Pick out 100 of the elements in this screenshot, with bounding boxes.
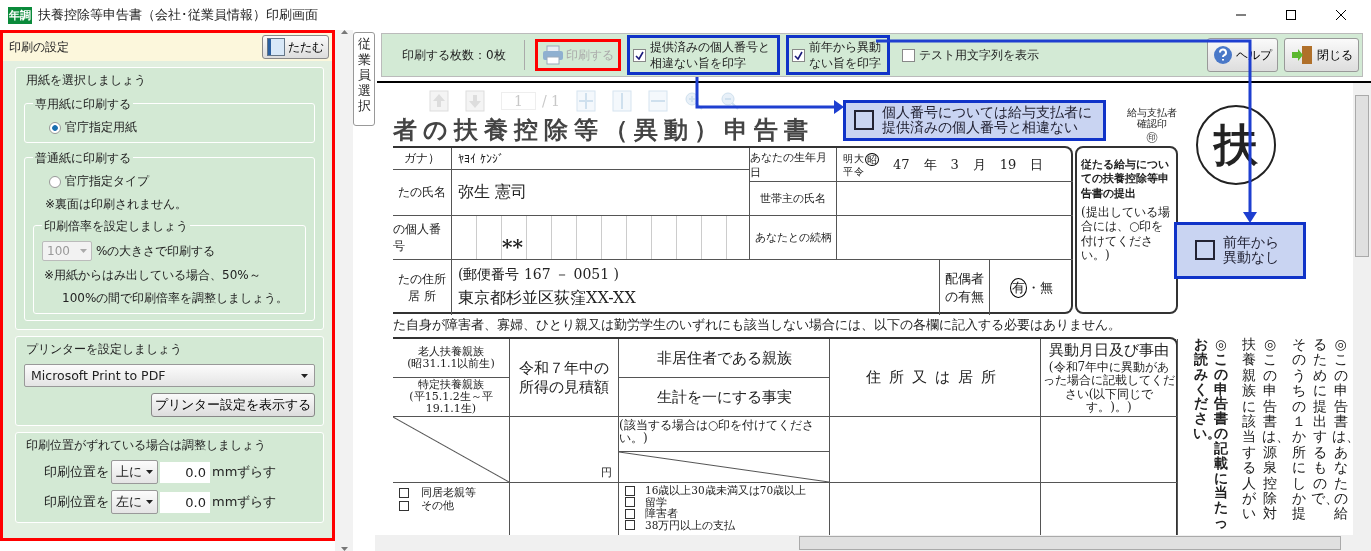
checkbox-icon	[625, 520, 635, 531]
direction-dropdown[interactable]: 左に	[111, 490, 158, 514]
field-value: ﾔﾖｲ ｹﾝｼﾞ	[457, 150, 505, 168]
checkbox-label: 障害者	[625, 508, 823, 520]
note-text: ※用紙からはみ出している場合、50%～	[43, 267, 262, 284]
date-value: 19	[999, 157, 1017, 172]
column-header: 異動月日及び事由	[1049, 340, 1169, 360]
maximize-icon[interactable]	[1285, 9, 1297, 21]
direction-dropdown[interactable]: 上に	[111, 460, 158, 484]
field-label: たの氏名	[393, 170, 452, 215]
date-unit: 年	[923, 155, 937, 174]
side-box-note: (提出している場合には、○印を付けてください。)	[1081, 204, 1171, 263]
field-label: 配偶者の有無	[940, 260, 990, 315]
radio-option[interactable]: 官庁指定用紙	[33, 119, 306, 136]
vertical-note: るために提出するもので、	[1311, 337, 1329, 507]
offset-label: 印刷位置を	[44, 493, 109, 511]
checkbox-icon	[399, 488, 409, 499]
separator-text: ・	[1027, 278, 1040, 297]
note-text: ※裏面は印刷されません。	[44, 196, 189, 213]
unit-label: mmずらす	[212, 463, 277, 481]
checkbox-icon	[625, 508, 635, 519]
group-title: 普通紙に印刷する	[33, 150, 133, 167]
vertical-note: ◎この申告書の記載に当たっ	[1212, 337, 1229, 533]
app-icon: 年調	[8, 6, 32, 24]
column-header: 令和７年中の所得の見積額	[518, 358, 610, 397]
vertical-note: そのうちの１か所にしか提	[1291, 337, 1307, 524]
checkbox-label: 同居老親等	[399, 487, 503, 500]
scrollbar-thumb[interactable]	[1355, 95, 1369, 257]
date-unit: 月	[972, 155, 986, 174]
checkbox-icon	[625, 497, 635, 508]
column-header: 特定扶養親族	[418, 378, 484, 391]
era-option: 平	[843, 165, 853, 177]
address-value: 東京都杉並区荻窪XX-XX	[458, 288, 637, 309]
side-box-title: 従たる給与についての扶養控除等申告書の提出	[1081, 158, 1170, 201]
print-option-checkbox[interactable]: 前年から異動ない旨を印字	[785, 34, 891, 76]
checkmark-icon	[635, 50, 644, 60]
callout-text: 前年から異動なし	[1223, 235, 1280, 266]
field-label: の個人番号	[393, 216, 452, 259]
group-title: 印刷倍率を設定しましょう	[42, 218, 190, 235]
field-label: あなたとの続柄	[750, 216, 837, 259]
caret-icon	[146, 500, 153, 504]
spouse-option: 無	[1040, 278, 1053, 297]
radio-option[interactable]: 官庁指定タイプ	[33, 173, 306, 190]
scroll-up-icon[interactable]	[340, 30, 348, 34]
offset-label: 印刷位置を	[44, 463, 109, 481]
caret-icon	[80, 249, 87, 253]
field-label: 居 所	[408, 287, 436, 305]
exit-door-icon	[1290, 45, 1314, 65]
field-value: 弥生 憲司	[457, 181, 529, 203]
vertical-note: ◎この申告書は、あなたの給	[1332, 337, 1349, 524]
field-label: ガナ）	[393, 148, 452, 169]
printer-icon	[542, 45, 564, 65]
employee-select-tab[interactable]: 従業員選択	[353, 32, 375, 126]
printer-dropdown[interactable]: Microsoft Print to PDF	[24, 364, 315, 387]
date-value: 47	[893, 157, 910, 172]
field-label: たの住所	[398, 270, 446, 288]
era-option: 大	[854, 152, 864, 166]
column-note: (昭31.1.1以前生)	[407, 358, 495, 371]
cell-note: (該当する場合は○印を付けてください。)	[619, 419, 816, 446]
scale-suffix: %の大きさで印刷する	[96, 242, 216, 260]
date-unit: 日	[1030, 155, 1044, 174]
print-option-checkbox[interactable]: 提供済みの個人番号と相違ない旨を印字	[627, 34, 780, 76]
close-button[interactable]: 閉じる	[1284, 38, 1359, 72]
checkbox-label: 38万円以上の支払	[625, 519, 823, 532]
field-label: あなたの生年月日	[750, 148, 837, 181]
unit-label: mmずらす	[212, 493, 277, 511]
checkbox-label: 16歳以上30歳未満又は70歳以上	[625, 485, 823, 497]
print-option-checkbox[interactable]: テスト用文字列を表示	[896, 42, 1046, 68]
field-label: 世帯主の氏名	[750, 182, 837, 215]
group-title: 専用紙に印刷する	[33, 96, 133, 113]
column-note: (令和7年中に異動があった場合に記載してください(以下同じです。)。)	[1043, 360, 1175, 415]
caret-icon	[146, 470, 153, 474]
note-text: 100%の間で印刷倍率を調整しましょう。	[61, 290, 290, 307]
era-option: 令	[854, 165, 864, 177]
vertical-note: ◎この申告書は、源泉控除対	[1261, 337, 1279, 524]
collapse-button[interactable]: たたむ	[262, 35, 329, 59]
checkmark-icon	[793, 50, 803, 60]
printer-settings-button[interactable]: プリンター設定を表示する	[151, 393, 315, 417]
close-icon[interactable]	[1335, 9, 1347, 21]
offset-input[interactable]: 0.0	[160, 461, 210, 483]
column-header: 生計を一にする事実	[619, 377, 829, 416]
checkbox-icon	[854, 110, 874, 131]
stamp-label: 給与支払者確認印	[1127, 107, 1177, 129]
checkbox-icon	[399, 501, 409, 512]
column-header: 非居住者である親族	[655, 347, 793, 369]
scroll-down-icon[interactable]	[340, 547, 348, 551]
column-header: 住所又は居所	[866, 368, 1004, 387]
column-note: (平15.1.2生～平19.1.1生)	[408, 390, 494, 416]
era-option: 明	[843, 152, 853, 166]
checkbox-label: 留学	[625, 496, 823, 509]
seal-mark: ㊞	[1146, 129, 1158, 146]
checkbox-icon	[1195, 240, 1215, 261]
form-title: 者の扶養控除等（異動）申告書	[393, 115, 814, 146]
unit-label: 円	[601, 465, 612, 480]
scrollbar-thumb[interactable]	[799, 536, 1341, 550]
window-title: 扶養控除等申告書（会社･従業員情報）印刷画面	[38, 6, 318, 24]
notice-text: た自身が障害者、寡婦、ひとり親又は勤労学生のいずれにも該当しない場合には、以下の各欄に記入する必要はありません。	[393, 316, 1122, 334]
date-value: 3	[950, 157, 959, 172]
offset-input[interactable]: 0.0	[160, 491, 210, 513]
checkbox-label: その他	[399, 500, 503, 513]
